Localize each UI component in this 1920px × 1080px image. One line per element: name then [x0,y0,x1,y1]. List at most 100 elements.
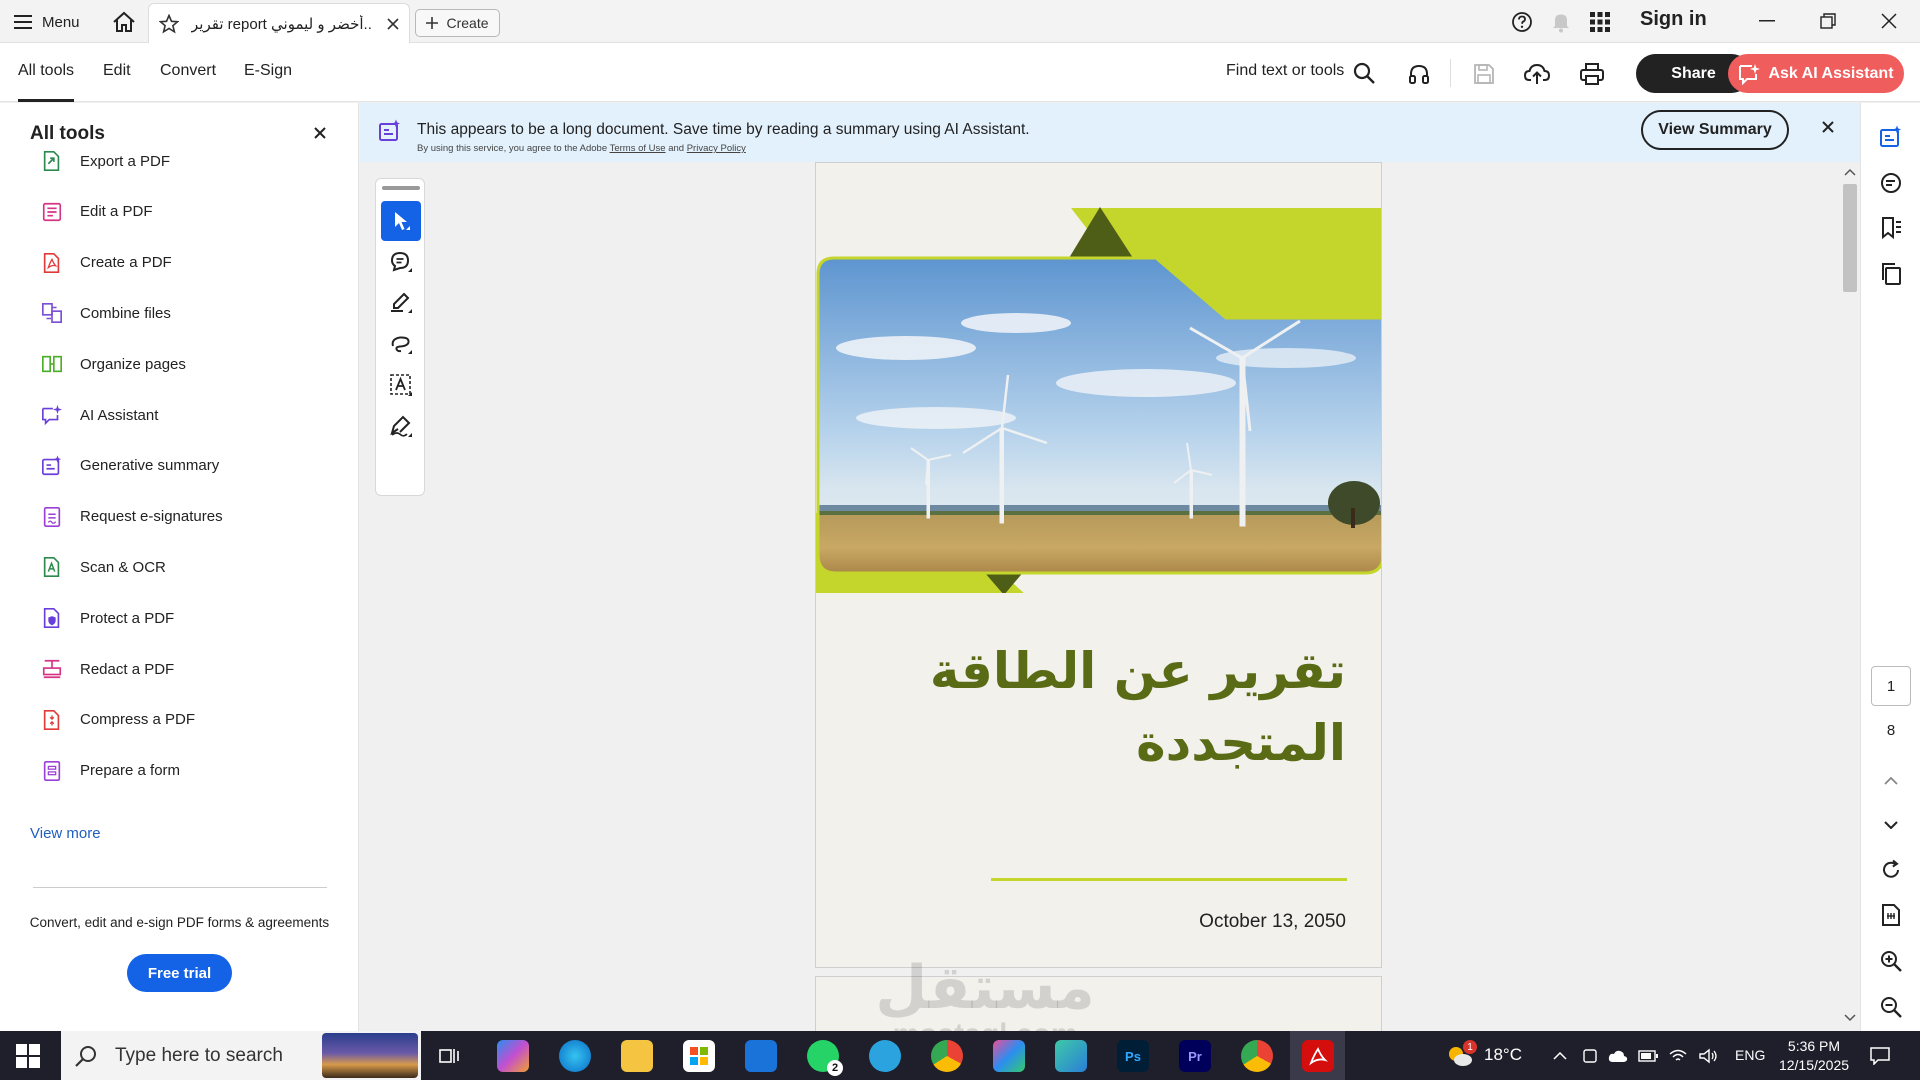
minimize-window-icon[interactable] [1747,8,1787,34]
task-view-icon[interactable] [434,1040,466,1072]
current-page-input[interactable]: 1 [1871,666,1911,706]
sign-in-link[interactable]: Sign in [1640,8,1707,31]
windows-start-icon[interactable] [16,1044,40,1068]
search-placeholder: Type here to search [115,1044,283,1066]
tool-item-prepare-a-form[interactable]: Prepare a form [40,757,180,785]
tool-item-organize-pages[interactable]: Organize pages [40,350,186,378]
vertical-scrollbar[interactable] [1840,162,1860,1031]
select-tool-button[interactable] [381,201,421,241]
battery-icon[interactable] [1638,1046,1658,1066]
tool-item-compress-a-pdf[interactable]: Compress a PDF [40,706,195,734]
file-explorer-icon[interactable] [621,1040,653,1072]
star-icon[interactable] [159,13,179,34]
wifi-icon[interactable] [1668,1046,1688,1066]
view-summary-button[interactable]: View Summary [1641,110,1789,150]
close-window-icon[interactable] [1869,8,1909,34]
ask-ai-label: Ask AI Assistant [1768,64,1894,82]
tool-item-protect-a-pdf[interactable]: Protect a PDF [40,604,174,632]
panel-divider [33,887,327,888]
tool-item-redact-a-pdf[interactable]: Redact a PDF [40,655,174,683]
sign-tool-button[interactable] [381,406,421,446]
highlight-tool-button[interactable] [381,283,421,323]
tool-item-create-a-pdf[interactable]: Create a PDF [40,249,172,277]
upload-cloud-icon[interactable] [1524,61,1550,87]
generative-summary-rail-icon[interactable] [1879,125,1903,149]
show-hidden-icons-chevron[interactable] [1550,1046,1570,1066]
scroll-up-arrow-icon[interactable] [1844,168,1856,176]
drag-handle[interactable] [382,186,420,190]
search-icon[interactable] [1352,61,1376,85]
tab-edit[interactable]: Edit [103,62,131,102]
notifications-center-icon[interactable] [1868,1046,1892,1066]
close-panel-icon[interactable] [314,127,326,139]
system-clock[interactable]: 5:36 PM 12/15/2025 [1774,1037,1854,1075]
tool-item-export-a-pdf[interactable]: Export a PDF [40,147,170,175]
free-trial-button[interactable]: Free trial [127,954,232,992]
volume-icon[interactable] [1698,1046,1718,1066]
restore-window-icon[interactable] [1808,8,1848,34]
fit-page-icon[interactable] [1879,903,1903,927]
document-viewer: This appears to be a long document. Save… [360,103,1860,1056]
premiere-pro-icon[interactable]: Pr [1179,1040,1211,1072]
help-icon[interactable] [1510,10,1534,34]
ask-ai-assistant-button[interactable]: Ask AI Assistant [1728,54,1904,93]
notifications-bell-icon[interactable] [1549,10,1573,34]
scroll-down-arrow-icon[interactable] [1844,1014,1856,1022]
draw-tool-button[interactable] [381,324,421,364]
search-highlight-image[interactable] [322,1033,418,1078]
whatsapp-icon[interactable]: 2 [807,1040,843,1076]
tool-item-generative-summary[interactable]: Generative summary [40,452,219,480]
add-text-tool-button[interactable] [381,365,421,405]
close-banner-icon[interactable] [1822,121,1834,133]
microsoft-loop-icon[interactable] [1055,1040,1087,1072]
tab-e-sign[interactable]: E-Sign [244,62,292,102]
next-page-chevron-down-icon[interactable] [1879,813,1903,837]
tab-convert[interactable]: Convert [160,62,216,102]
comment-tool-button[interactable] [381,242,421,282]
bookmarks-rail-icon[interactable] [1879,216,1903,240]
terms-of-use-link[interactable]: Terms of Use [610,143,666,154]
adobe-acrobat-icon[interactable] [1302,1040,1334,1072]
tool-item-request-e-signatures[interactable]: Request e-signatures [40,503,223,531]
find-text-or-tools[interactable]: Find text or tools [1226,62,1344,80]
create-button[interactable]: Create [415,9,500,37]
document-tab[interactable]: تقرير report أخضر و ليموني.. [148,3,410,43]
clock-time: 5:36 PM [1787,1038,1841,1054]
tool-item-ai-assistant[interactable]: AI Assistant [40,401,158,429]
comments-rail-icon[interactable] [1879,171,1903,195]
tool-item-combine-files[interactable]: Combine files [40,299,171,327]
photoshop-icon[interactable]: Ps [1117,1040,1149,1072]
microsoft-365-icon[interactable] [993,1040,1025,1072]
export-pdf-icon [40,149,64,173]
onedrive-cloud-icon[interactable] [1608,1046,1628,1066]
chrome-profile-icon[interactable] [1241,1040,1273,1072]
zoom-in-icon[interactable] [1879,949,1903,973]
previous-page-chevron-up-icon[interactable] [1879,769,1903,793]
rotate-page-icon[interactable] [1879,858,1903,882]
telegram-icon[interactable] [869,1040,901,1072]
zoom-out-icon[interactable] [1879,995,1903,1019]
input-language-indicator[interactable]: ENG [1735,1047,1765,1063]
active-app-highlight[interactable] [1290,1031,1345,1080]
weather-icon[interactable]: 1 [1445,1040,1477,1066]
home-button[interactable] [110,9,138,35]
print-icon[interactable] [1579,61,1605,87]
copilot-icon[interactable] [497,1040,529,1072]
save-icon[interactable] [1471,61,1497,87]
menu-button[interactable]: Menu [14,9,80,35]
edge-browser-icon[interactable] [559,1040,591,1072]
view-more-link[interactable]: View more [30,825,101,842]
close-tab-icon[interactable] [387,17,399,30]
tab-all-tools[interactable]: All tools [18,62,75,102]
tool-item-scan-ocr[interactable]: Scan & OCR [40,553,166,581]
apps-grid-icon[interactable] [1588,10,1612,34]
microsoft-store-icon[interactable] [683,1040,715,1072]
chrome-browser-icon[interactable] [931,1040,963,1072]
outlook-mail-icon[interactable] [745,1040,777,1072]
scrollbar-thumb[interactable] [1843,184,1857,292]
meet-now-icon[interactable] [1580,1046,1600,1066]
page-thumbnails-rail-icon[interactable] [1879,262,1903,286]
read-aloud-headphones-icon[interactable] [1406,61,1432,87]
privacy-policy-link[interactable]: Privacy Policy [687,143,746,154]
tool-item-edit-a-pdf[interactable]: Edit a PDF [40,198,153,226]
